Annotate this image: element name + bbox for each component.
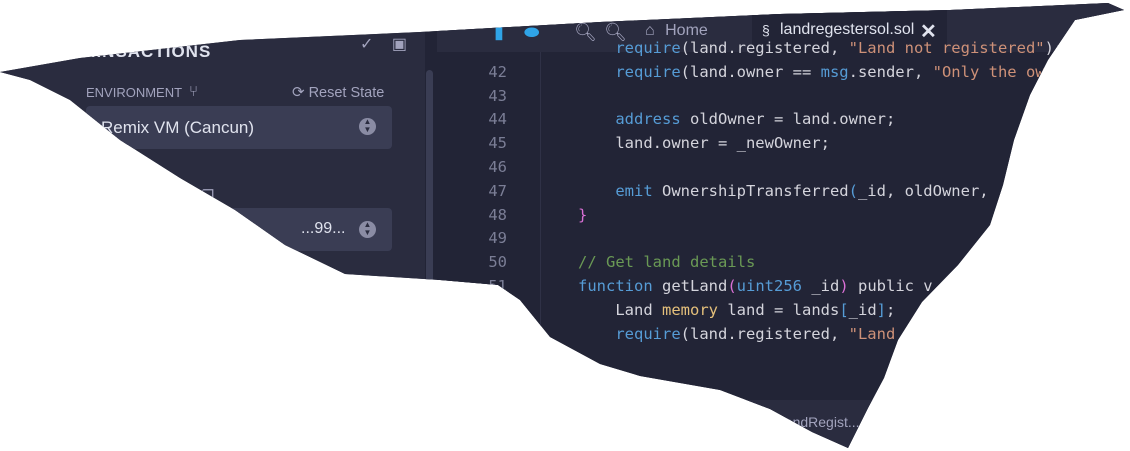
code-line[interactable]: 44 address oldOwner = land.owner; <box>440 107 1124 131</box>
line-number: 42 <box>488 62 507 81</box>
code-token: memory <box>662 300 718 319</box>
terminal-text: LandRegist... <box>777 414 860 430</box>
code-token: emit <box>615 181 653 200</box>
code-token: .sender, <box>848 62 933 81</box>
code-token: (land.registered, <box>680 39 849 57</box>
code-token: "Land <box>848 324 896 343</box>
environment-value: Remix VM (Cancun) <box>101 118 255 137</box>
code-line[interactable]: 43 <box>440 84 1124 108</box>
reset-icon: ⟳ <box>292 84 305 101</box>
code-token: OwnershipTransferred <box>652 181 849 200</box>
code-line[interactable]: require(land.registered, "Land not regis… <box>440 36 1124 60</box>
deploy-run-panel: ...NSACTIONS ✓ ▣ ENVIRONMENT ⑂ ⟳ Reset St… <box>0 3 425 448</box>
code-token: _id <box>848 300 877 319</box>
code-token: } <box>578 205 588 224</box>
code-token: require <box>615 324 681 343</box>
code-token: oldOwner = land.owner; <box>680 110 896 129</box>
code-text: require(land.registered, "Land <box>578 322 895 346</box>
code-token: function <box>578 277 653 295</box>
code-token: land = lands <box>718 300 840 319</box>
line-number: 44 <box>488 110 507 129</box>
code-token: _id <box>801 277 840 295</box>
line-number: 50 <box>488 253 507 272</box>
code-token: _id, oldOwner, <box>857 181 989 200</box>
code-token: require <box>615 62 681 81</box>
code-token: Land <box>578 300 662 319</box>
code-token: [ <box>839 300 849 319</box>
reset-state-label: Reset State <box>308 85 385 101</box>
code-line[interactable]: 48} <box>440 203 1124 227</box>
chevron-updown-icon: ▲ ▼ <box>359 221 376 238</box>
code-token: ( <box>727 277 737 295</box>
environment-select[interactable]: Remix VM (Cancun) ▲ ▼ <box>86 106 392 149</box>
code-token: "Land not registered" <box>848 39 1045 57</box>
line-number: 49 <box>488 229 507 248</box>
account-value: ...99... <box>301 220 346 237</box>
code-line[interactable]: 50 // Get land details <box>440 250 1124 274</box>
line-number: 47 <box>488 181 507 200</box>
code-text: } <box>578 203 587 227</box>
code-text: // Get land details <box>578 250 755 274</box>
panel-header-icons[interactable]: ✓ ▣ <box>360 34 407 54</box>
panel-title: ...NSACTIONS <box>85 42 212 61</box>
code-token: address <box>615 110 681 129</box>
code-token: (land.registered, <box>680 324 849 343</box>
environment-info-chip <box>100 155 114 173</box>
code-token: require <box>615 39 681 57</box>
account-select[interactable]: ...99... ▲ ▼ <box>86 208 392 251</box>
line-number: 46 <box>488 158 507 176</box>
add-account-icon[interactable]: ✎ <box>180 187 192 203</box>
account-icons: ✎ ❐ <box>180 187 214 204</box>
code-text: address oldOwner = land.owner; <box>578 107 895 131</box>
expand-icon[interactable]: ✓ <box>360 36 373 53</box>
line-number: 45 <box>488 134 507 153</box>
code-text: Land memory land = lands[_id]; <box>578 298 895 322</box>
code-line[interactable]: Land memory land = lands[_id]; <box>440 298 1124 322</box>
code-text: land.owner = _newOwner; <box>578 131 830 155</box>
code-token: public v <box>848 277 933 295</box>
code-token: getLand <box>652 277 728 295</box>
line-number: 43 <box>488 86 507 105</box>
line-number: 51 <box>488 277 507 295</box>
code-line[interactable]: require(land.registered, "Land <box>440 322 1124 346</box>
code-line[interactable]: 45 land.owner = _newOwner; <box>440 131 1124 155</box>
code-line[interactable]: 47 emit OwnershipTransferred(_id, oldOwn… <box>440 179 1124 203</box>
code-text: require(land.registered, "Land not regis… <box>578 36 1063 60</box>
code-line[interactable]: 51 function getLand(uint256 _id) public v <box>440 274 1124 298</box>
reset-state-button[interactable]: ⟳ Reset State <box>292 83 384 101</box>
code-token: uint256 <box>736 277 802 295</box>
code-line[interactable]: 49 <box>440 226 1124 250</box>
branch-icon: ⑂ <box>189 83 199 100</box>
code-token: (land.owner == <box>680 62 821 81</box>
panel-scrollbar-thumb[interactable] <box>426 70 433 300</box>
code-token: ) <box>839 277 849 295</box>
code-token: ); <box>1044 39 1064 57</box>
environment-label: ENVIRONMENT <box>86 85 183 100</box>
remix-ide-window: ...NSACTIONS ✓ ▣ ENVIRONMENT ⑂ ⟳ Reset St… <box>0 3 1124 448</box>
code-token: "Only the ow <box>932 62 1045 81</box>
code-text: require(land.owner == msg.sender, "Only … <box>578 60 1045 84</box>
code-line[interactable]: 42 require(land.owner == msg.sender, "On… <box>440 60 1124 84</box>
copy-icon[interactable]: ❐ <box>202 187 215 203</box>
chevron-updown-icon: ▲ ▼ <box>359 118 376 135</box>
code-token: land.owner = _newOwner; <box>578 134 830 153</box>
code-token: ( <box>848 181 858 200</box>
settings-icon[interactable]: ▣ <box>392 36 407 53</box>
code-token: ; <box>886 300 896 319</box>
code-token: ] <box>876 300 887 319</box>
code-text: function getLand(uint256 _id) public v <box>578 274 933 298</box>
code-token: // Get land details <box>578 253 756 272</box>
terminal-bar: LandRegist... <box>437 400 1124 448</box>
line-number: 48 <box>488 205 507 224</box>
code-line[interactable]: 46 <box>440 155 1124 179</box>
code-text: emit OwnershipTransferred(_id, oldOwner, <box>578 179 989 203</box>
code-token: msg <box>820 62 849 81</box>
